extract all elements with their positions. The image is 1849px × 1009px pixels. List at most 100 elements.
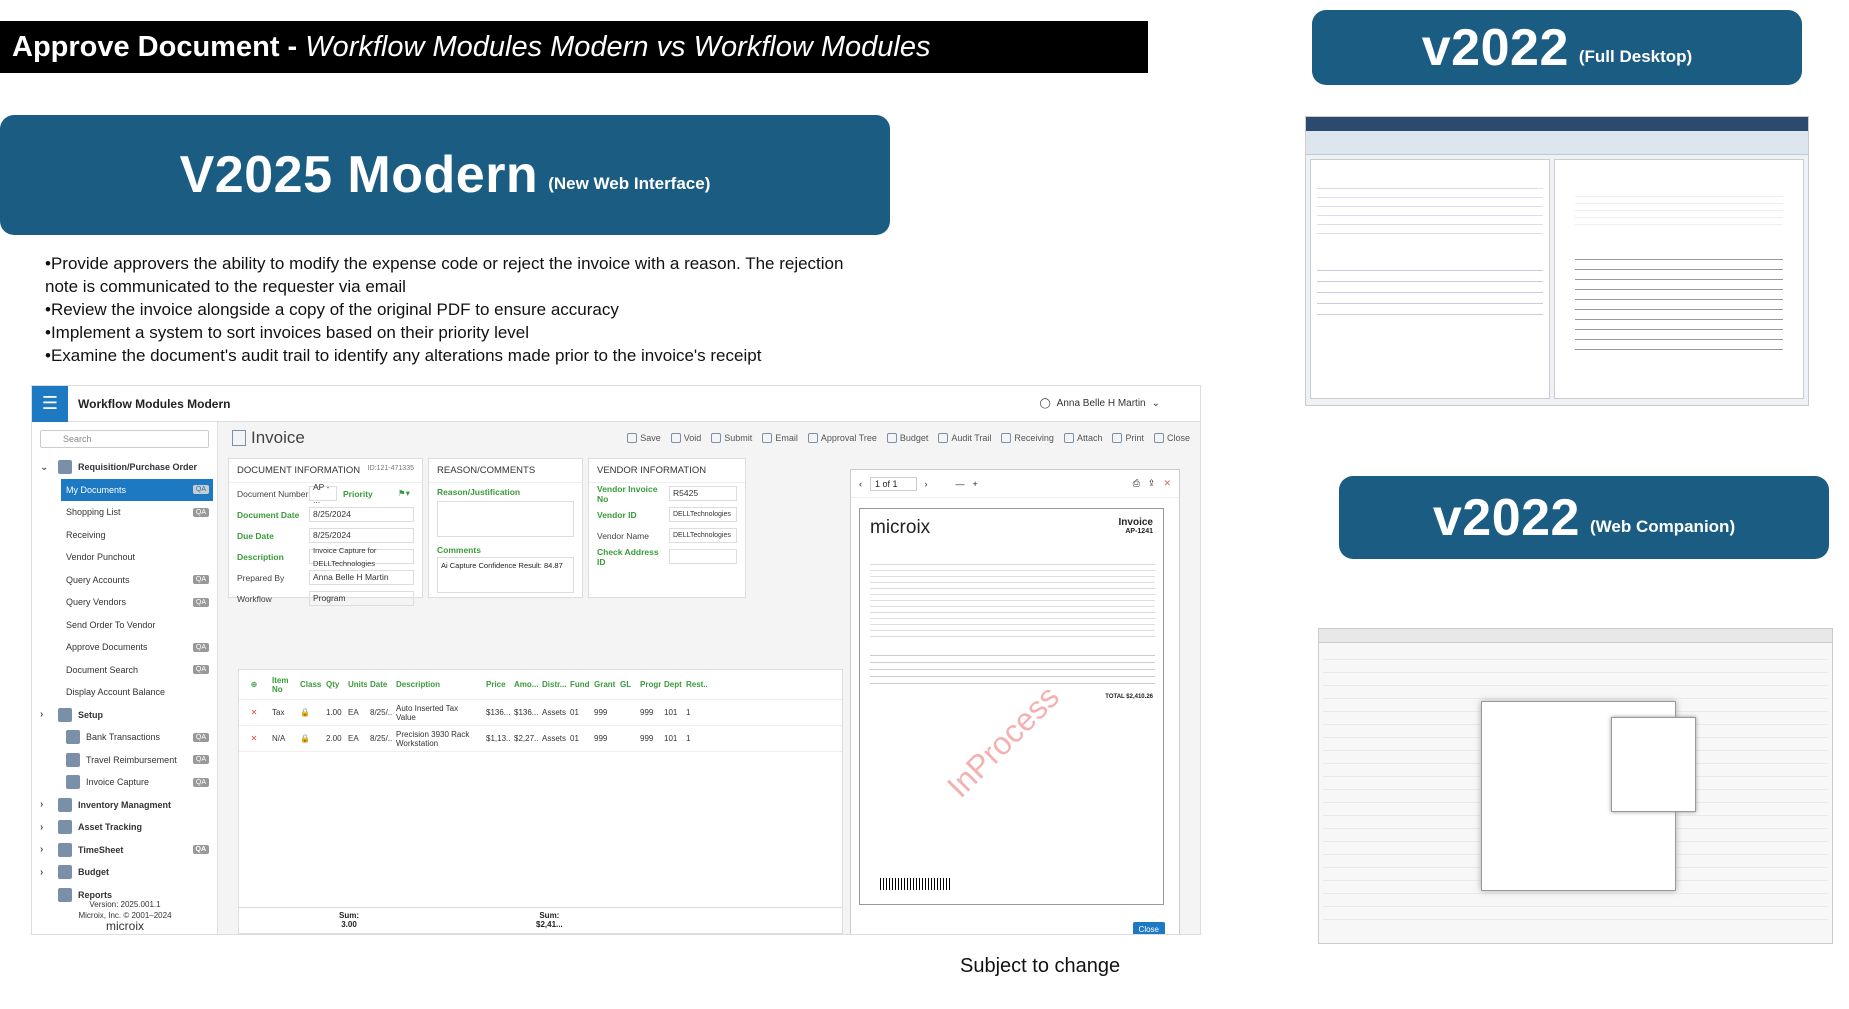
toolbar-button[interactable]: Budget	[886, 433, 928, 443]
grid-header-cell[interactable]: GL	[617, 680, 637, 689]
chevron-right-icon[interactable]: ›	[40, 822, 43, 833]
vendor-invoice-field[interactable]: R5425	[669, 486, 737, 501]
grid-header-cell[interactable]: Item No	[269, 676, 297, 694]
print-icon[interactable]: ⎙	[1133, 478, 1140, 489]
table-cell[interactable]: EA	[345, 708, 367, 717]
page-selector[interactable]: 1 of 1	[870, 476, 917, 491]
grid-header-cell[interactable]: Rest...	[683, 680, 707, 689]
sidebar-item[interactable]: Bank Transactions QA	[32, 726, 217, 749]
toolbar-button[interactable]: Print	[1112, 433, 1144, 443]
grid-header-cell[interactable]: Progr	[637, 680, 661, 689]
sidebar-item[interactable]: Query Vendors QA	[32, 591, 217, 614]
add-row-icon[interactable]: ⊕	[239, 680, 269, 689]
table-cell[interactable]: Tax	[269, 708, 297, 717]
table-cell[interactable]: Assets	[539, 708, 567, 717]
toolbar-button[interactable]: Save	[627, 433, 661, 443]
grid-header-cell[interactable]: Price	[483, 680, 511, 689]
doc-number-field[interactable]: AP - ...	[309, 482, 337, 505]
next-page-icon[interactable]: ›	[925, 479, 928, 489]
sidebar-item[interactable]: ⌄ Requisition/Purchase Order	[32, 456, 217, 479]
workflow-field[interactable]: Program	[309, 591, 414, 606]
table-cell[interactable]: $136....	[483, 708, 511, 717]
table-cell[interactable]: Precision 3930 Rack Workstation	[393, 730, 483, 748]
table-cell[interactable]: 101	[661, 708, 683, 717]
table-cell[interactable]: $2,27...	[511, 734, 539, 743]
table-cell[interactable]: 1	[683, 734, 707, 743]
table-cell[interactable]: 8/25/...	[367, 708, 393, 717]
toolbar-button[interactable]: Approval Tree	[807, 433, 877, 443]
sidebar-item[interactable]: Send Order To Vendor	[32, 614, 217, 637]
sidebar-item[interactable]: Shopping List QA	[32, 501, 217, 524]
justification-field[interactable]	[437, 501, 574, 537]
check-address-field[interactable]	[669, 549, 737, 564]
sidebar-item[interactable]: Approve Documents QA	[32, 636, 217, 659]
table-cell[interactable]: $136....	[511, 708, 539, 717]
zoom-in-icon[interactable]: +	[973, 479, 978, 489]
search-input[interactable]: Search	[40, 430, 209, 448]
table-cell[interactable]: 01	[567, 708, 591, 717]
sidebar-item[interactable]: Vendor Punchout	[32, 546, 217, 569]
prep-field[interactable]: Anna Belle H Martin	[309, 570, 414, 585]
grid-header-cell[interactable]: Units	[345, 680, 367, 689]
prev-page-icon[interactable]: ‹	[859, 479, 862, 489]
table-cell[interactable]: 8/25/...	[367, 734, 393, 743]
desc-field[interactable]: Invoice Capture for DELLTechnologies	[309, 546, 414, 568]
chevron-right-icon[interactable]: ›	[40, 709, 43, 720]
table-cell[interactable]: 1.00	[323, 708, 345, 717]
close-pdf-icon[interactable]: ✕	[1163, 478, 1171, 489]
toolbar-button[interactable]: Close	[1153, 433, 1190, 443]
vendor-name-field[interactable]: DELLTechnologies	[669, 528, 737, 543]
table-cell[interactable]: EA	[345, 734, 367, 743]
sidebar-item[interactable]: › Setup	[32, 704, 217, 727]
close-button[interactable]: Close	[1132, 922, 1165, 934]
sidebar-item[interactable]: Document Search QA	[32, 659, 217, 682]
chevron-right-icon[interactable]: ›	[40, 799, 43, 810]
user-menu[interactable]: ◯ Anna Belle H Martin ⌄	[1039, 398, 1160, 409]
comments-field[interactable]: Ai Capture Confidence Result: 84.87	[437, 557, 574, 593]
doc-date-field[interactable]: 8/25/2024	[309, 507, 414, 522]
toolbar-button[interactable]: Submit	[711, 433, 752, 443]
toolbar-button[interactable]: Receiving	[1001, 433, 1054, 443]
menu-icon[interactable]: ☰	[32, 386, 68, 422]
table-cell[interactable]: 999	[637, 734, 661, 743]
class-lock-icon[interactable]: 🔒	[297, 708, 323, 717]
table-cell[interactable]: $1,13...	[483, 734, 511, 743]
sidebar-item[interactable]: My Documents QA	[61, 478, 213, 501]
sidebar-item[interactable]: Travel Reimbursement QA	[32, 749, 217, 772]
grid-header-cell[interactable]: Amo...	[511, 680, 539, 689]
table-row[interactable]: ✕ N/A 🔒 2.00 EA 8/25/... Precision 3930 Rack W…	[239, 726, 842, 752]
sidebar-item[interactable]: Query Accounts QA	[32, 569, 217, 592]
table-row[interactable]: ✕ Tax 🔒 1.00 EA 8/25/... Auto Inserted Tax Val…	[239, 700, 842, 726]
class-lock-icon[interactable]: 🔒	[297, 734, 323, 743]
sidebar-item[interactable]: › TimeSheet QA	[32, 839, 217, 862]
table-cell[interactable]: Auto Inserted Tax Value	[393, 704, 483, 722]
grid-header-cell[interactable]: Date	[367, 680, 393, 689]
table-cell[interactable]: 01	[567, 734, 591, 743]
flag-icon[interactable]: ⚑▾	[398, 488, 410, 499]
grid-header-cell[interactable]: Qty	[323, 680, 345, 689]
grid-header-cell[interactable]: Dept	[661, 680, 683, 689]
sidebar-item[interactable]: Display Account Balance	[32, 681, 217, 704]
share-icon[interactable]: ⇪	[1148, 478, 1156, 489]
chevron-right-icon[interactable]: ›	[40, 867, 43, 878]
toolbar-button[interactable]: Email	[762, 433, 798, 443]
due-date-field[interactable]: 8/25/2024	[309, 528, 414, 543]
sidebar-item[interactable]: › Budget	[32, 861, 217, 884]
zoom-out-icon[interactable]: —	[956, 479, 965, 489]
toolbar-button[interactable]: Void	[670, 433, 701, 443]
toolbar-button[interactable]: Audit Trail	[938, 433, 991, 443]
delete-row-icon[interactable]: ✕	[239, 734, 269, 743]
table-cell[interactable]: 1	[683, 708, 707, 717]
toolbar-button[interactable]: Attach	[1063, 433, 1102, 443]
sidebar-item[interactable]: › Inventory Managment	[32, 794, 217, 817]
table-cell[interactable]: 2.00	[323, 734, 345, 743]
grid-header-cell[interactable]: Class	[297, 680, 323, 689]
chevron-right-icon[interactable]: ›	[40, 844, 43, 855]
grid-header-cell[interactable]: Grant	[591, 680, 617, 689]
chevron-down-icon[interactable]: ⌄	[40, 462, 48, 473]
table-cell[interactable]: Assets	[539, 734, 567, 743]
sidebar-item[interactable]: Receiving	[32, 524, 217, 547]
table-cell[interactable]: 101	[661, 734, 683, 743]
grid-header-cell[interactable]: Fund	[567, 680, 591, 689]
sidebar-item[interactable]: Invoice Capture QA	[32, 771, 217, 794]
